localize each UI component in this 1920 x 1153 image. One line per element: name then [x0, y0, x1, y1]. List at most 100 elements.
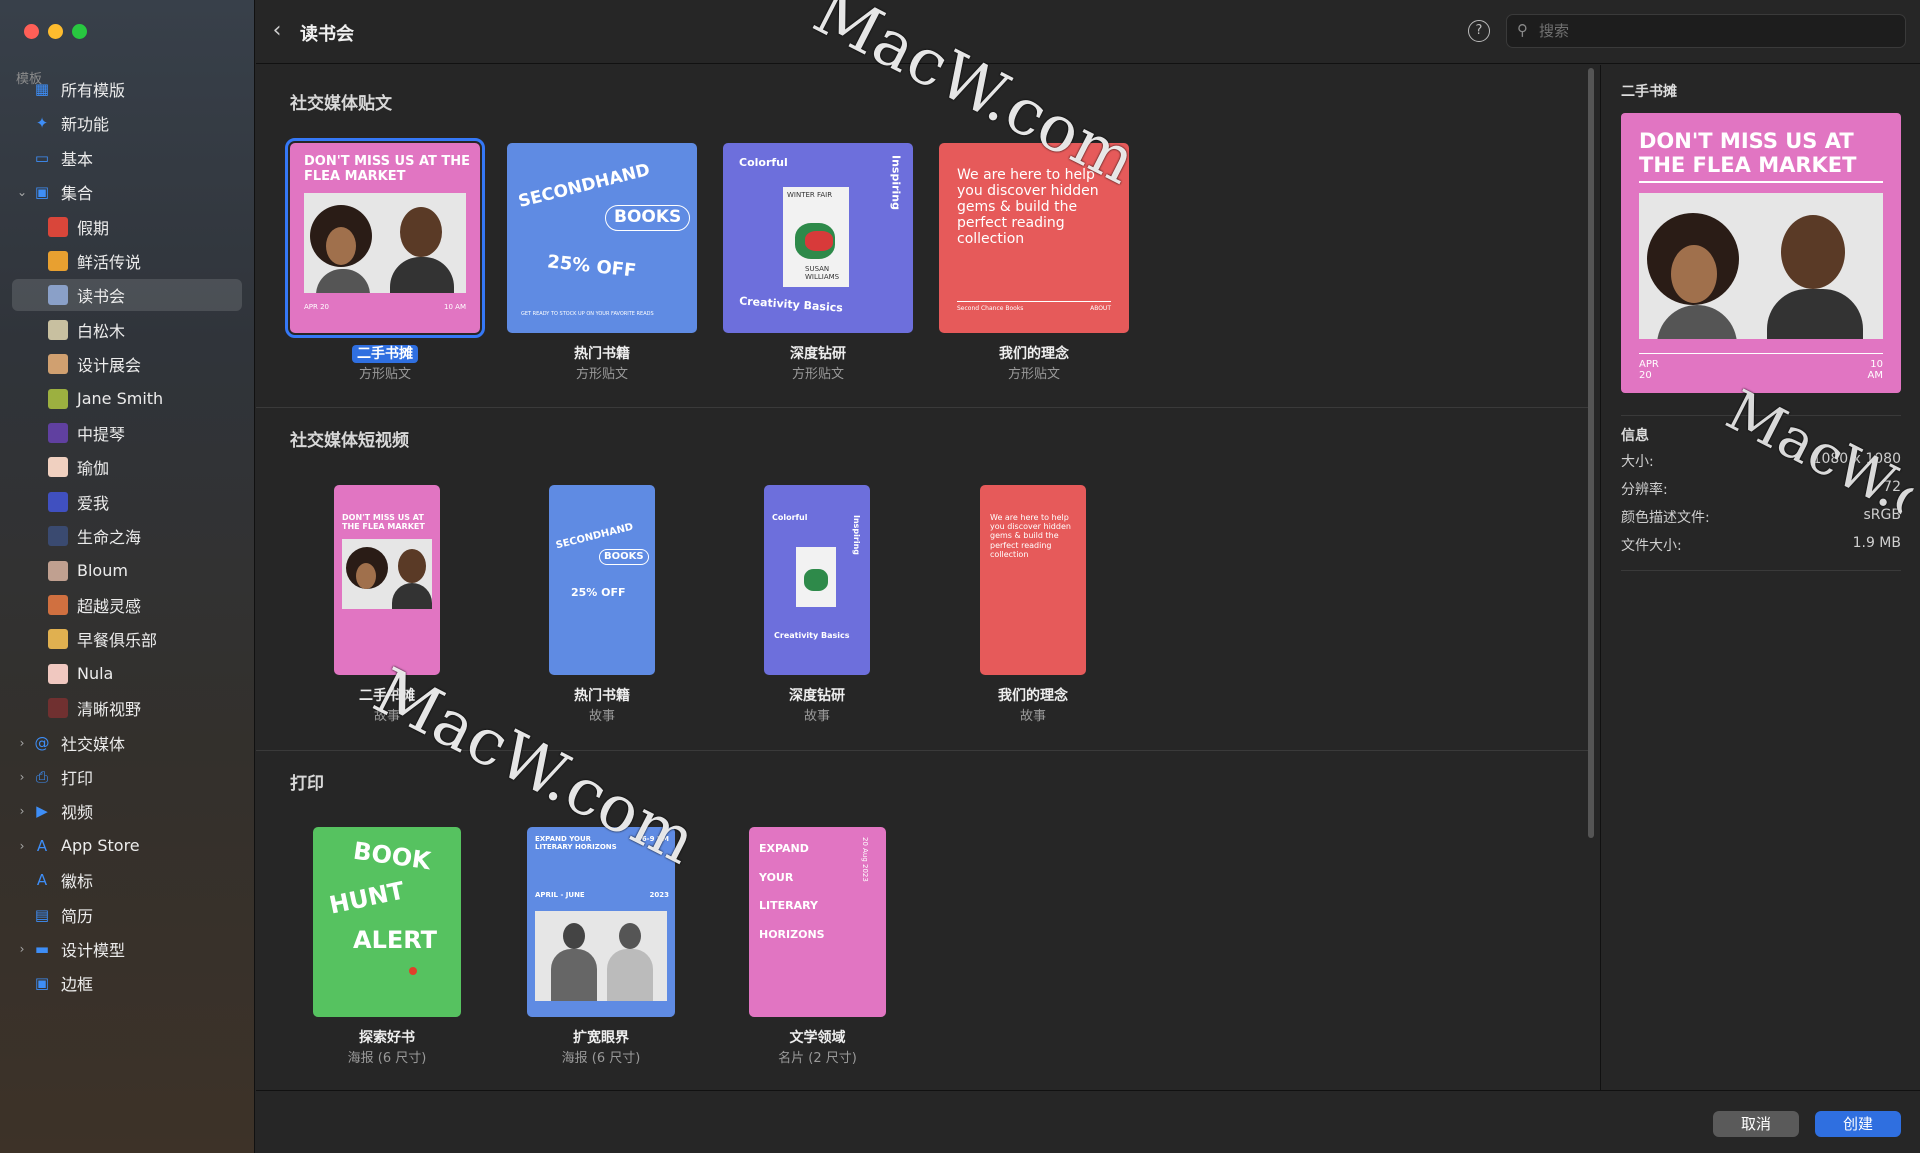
art-text: We are here to help you discover hidden … [957, 167, 1099, 248]
info-panel: 二手书摊 DON'T MISS US AT THE FLEA MARKET AP… [1600, 65, 1920, 1090]
sidebar-item[interactable]: 清晰视野 [12, 692, 242, 724]
sidebar-item-label: 爱我 [77, 493, 110, 513]
template-card[interactable]: DON'T MISS US AT THE FLEA MARKET APR 20 10… [285, 138, 485, 382]
cancel-button[interactable]: 取消 [1713, 1111, 1799, 1137]
sidebar-item[interactable]: ▭ 基本 [12, 142, 242, 174]
sidebar-item[interactable]: 超越灵感 [12, 589, 242, 621]
sidebar-item[interactable]: A 徽标 [12, 864, 242, 896]
art-line2: HUNT [326, 876, 407, 920]
template-thumbnail[interactable]: Colorful Inspiring WINTER FAIR SUSAN WILLIA… [723, 143, 913, 333]
collection-thumbnail-icon [48, 457, 68, 478]
art-top: Colorful [739, 156, 788, 169]
sidebar-item[interactable]: ▣ 边框 [12, 967, 242, 999]
minimize-window-button[interactable] [48, 24, 63, 39]
template-thumbnail[interactable]: DON'T MISS US AT THE FLEA MARKET [334, 485, 440, 675]
template-thumbnail[interactable]: We are here to help you discover hidden … [939, 143, 1129, 333]
sidebar-item[interactable]: ▦ 所有模版 [12, 73, 242, 105]
sidebar-item[interactable]: › @ 社交媒体 [12, 727, 242, 759]
info-row: 颜色描述文件: sRGB [1621, 507, 1901, 527]
template-card[interactable]: Colorful Inspiring WINTER FAIR SUSAN WILLIA… [723, 143, 913, 382]
section-title: 社交媒体贴文 [290, 94, 392, 114]
template-card[interactable]: We are here to help you discover hidden … [939, 143, 1129, 382]
printer-icon: ⎙ [35, 768, 48, 786]
sidebar-item[interactable]: Bloum [12, 555, 242, 587]
sidebar-item[interactable]: › ⎙ 打印 [12, 761, 242, 793]
help-button[interactable]: ? [1468, 20, 1490, 42]
sidebar-item-label: 简历 [61, 906, 94, 926]
template-card[interactable]: Colorful Inspiring Creativity Basics 深度钻研 故事 [764, 485, 870, 724]
template-name: 深度钻研 [693, 343, 943, 363]
info-value: 1.9 MB [1852, 535, 1901, 551]
template-thumbnail[interactable]: EXPAND YOUR LITERARY HORIZONS 20 Aug 2023 [749, 827, 886, 1017]
search-field[interactable]: ⚲ [1506, 14, 1906, 48]
chevron-right-icon[interactable]: › [16, 804, 28, 818]
create-button[interactable]: 创建 [1815, 1111, 1901, 1137]
template-thumbnail[interactable]: BOOK HUNT ALERT [313, 827, 461, 1017]
sidebar-item[interactable]: 早餐俱乐部 [12, 623, 242, 655]
zoom-window-button[interactable] [72, 24, 87, 39]
template-thumbnail[interactable]: Colorful Inspiring Creativity Basics [764, 485, 870, 675]
chevron-right-icon[interactable]: › [16, 736, 28, 750]
section-divider [256, 407, 1592, 408]
sidebar-item[interactable]: › A App Store [12, 830, 242, 862]
template-type: 故事 [588, 709, 615, 724]
art-line2: BOOKS [605, 205, 691, 231]
template-thumbnail[interactable]: We are here to help you discover hidden … [980, 485, 1086, 675]
template-card[interactable]: We are here to help you discover hidden … [980, 485, 1086, 724]
art-title: DON'T MISS US AT THE FLEA MARKET [342, 513, 425, 532]
template-name: 文学领域 [719, 1027, 916, 1047]
template-name-text: 我们的理念 [998, 688, 1068, 704]
info-preview-image: DON'T MISS US AT THE FLEA MARKET APR 20 … [1621, 113, 1901, 393]
preview-date: APR 20 [1639, 359, 1659, 381]
template-card[interactable]: SECONDHAND BOOKS 25% OFF 热门书籍 故事 [549, 485, 655, 724]
sidebar-item[interactable]: ▤ 简历 [12, 899, 242, 931]
chevron-right-icon[interactable]: › [16, 942, 28, 956]
collection-thumbnail-icon [48, 698, 68, 719]
search-icon: ⚲ [1517, 21, 1528, 39]
document-icon: ▤ [34, 905, 50, 924]
template-type: 海报 (6 尺寸) [561, 1051, 641, 1066]
chevron-down-icon[interactable]: ⌄ [16, 185, 28, 199]
art-year: 2023 [649, 891, 669, 899]
sidebar-item[interactable]: 鲜活传说 [12, 245, 242, 277]
collection-thumbnail-icon [48, 491, 68, 512]
art-line3: ALERT [353, 926, 438, 954]
sidebar-item[interactable]: 读书会 [12, 279, 242, 312]
sidebar-item[interactable]: 设计展会 [12, 348, 242, 380]
sidebar-item[interactable]: Nula [12, 658, 242, 690]
template-card[interactable]: BOOK HUNT ALERT 探索好书 海报 (6 尺寸) [313, 827, 461, 1066]
sidebar-item[interactable]: 假期 [12, 211, 242, 243]
collection-icon: ▣ [34, 183, 50, 202]
close-window-button[interactable] [24, 24, 39, 39]
sidebar-item[interactable]: Jane Smith [12, 383, 242, 415]
sidebar-item[interactable]: 中提琴 [12, 417, 242, 449]
sidebar-item[interactable]: ⌄ ▣ 集合 [12, 176, 242, 208]
template-type: 名片 (2 尺寸) [778, 1051, 857, 1066]
back-button[interactable]: ‹ [266, 18, 288, 43]
template-name: 热门书籍 [477, 343, 727, 363]
template-name-text: 二手书摊 [352, 345, 418, 363]
preview-photo [1639, 193, 1883, 339]
template-thumbnail[interactable]: SECONDHAND BOOKS 25% OFF [549, 485, 655, 675]
gallery-scrollbar[interactable] [1588, 68, 1594, 838]
template-card[interactable]: EXPAND YOUR LITERARY HORIZONS 20 Aug 2023… [749, 827, 886, 1066]
chevron-right-icon[interactable]: › [16, 770, 28, 784]
sidebar-item[interactable]: 白松木 [12, 314, 242, 346]
collection-thumbnail-icon [48, 388, 68, 409]
art-right: ABOUT [1090, 305, 1111, 312]
sidebar-item[interactable]: 生命之海 [12, 520, 242, 552]
sidebar-item[interactable]: › ▶ 视频 [12, 795, 242, 827]
sidebar-item[interactable]: 瑜伽 [12, 451, 242, 483]
template-card[interactable]: SECONDHAND BOOKS 25% OFF GET READY TO STOCK… [507, 143, 697, 382]
art-bottom: Creativity Basics [774, 631, 850, 640]
template-name-text: 扩宽眼界 [573, 1030, 629, 1046]
template-thumbnail[interactable]: SECONDHAND BOOKS 25% OFF GET READY TO STOCK… [507, 143, 697, 333]
sidebar-item[interactable]: 爱我 [12, 486, 242, 518]
chevron-right-icon[interactable]: › [16, 839, 28, 853]
art-line3: 25% OFF [571, 586, 626, 599]
template-name-text: 文学领域 [789, 1030, 846, 1046]
sidebar-item[interactable]: › ▬ 设计模型 [12, 933, 242, 965]
search-input[interactable] [1539, 19, 1889, 43]
sidebar-item[interactable]: ✦ 新功能 [12, 107, 242, 139]
template-thumbnail[interactable]: DON'T MISS US AT THE FLEA MARKET APR 20 10… [285, 138, 485, 338]
